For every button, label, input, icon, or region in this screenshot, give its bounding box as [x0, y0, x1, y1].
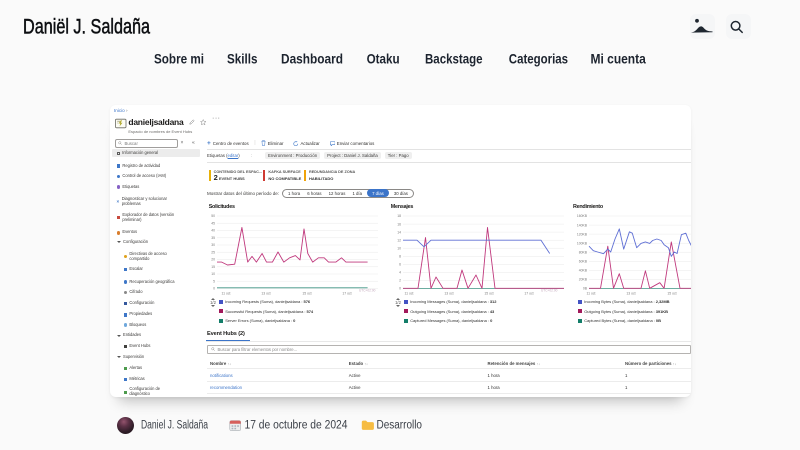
- svg-text:11 oct: 11 oct: [222, 292, 231, 296]
- svg-text:UTC+02:00: UTC+02:00: [359, 289, 376, 293]
- svg-text:11 oct: 11 oct: [405, 292, 414, 296]
- svg-text:Skills: Skills: [227, 51, 258, 67]
- svg-text:25: 25: [211, 251, 215, 255]
- svg-text:13 oct: 13 oct: [626, 292, 635, 296]
- svg-text:UTC+02:00: UTC+02:00: [541, 289, 558, 293]
- svg-text:15: 15: [211, 265, 215, 269]
- svg-text:100KB: 100KB: [577, 241, 588, 245]
- svg-text:17 oct: 17 oct: [524, 292, 533, 296]
- svg-text:0: 0: [213, 287, 215, 291]
- svg-text:11 oct: 11 oct: [587, 292, 596, 296]
- svg-text:17 de octubre de 2024: 17 de octubre de 2024: [245, 420, 349, 432]
- svg-text:14: 14: [397, 230, 401, 234]
- svg-text:Otaku: Otaku: [367, 51, 400, 67]
- svg-text:0B: 0B: [583, 287, 588, 291]
- svg-text:160KB: 160KB: [577, 214, 588, 218]
- svg-text:12: 12: [397, 238, 401, 242]
- svg-text:4: 4: [399, 271, 401, 275]
- svg-text:0: 0: [399, 287, 401, 291]
- svg-text:2: 2: [399, 279, 401, 283]
- svg-text:Dashboard: Dashboard: [281, 51, 343, 67]
- svg-text:Daniel J. Saldaña: Daniel J. Saldaña: [141, 420, 208, 432]
- svg-text:30: 30: [211, 243, 215, 247]
- svg-text:Daniël J. Saldaña: Daniël J. Saldaña: [23, 15, 150, 39]
- svg-text:6: 6: [399, 263, 401, 267]
- svg-text:120KB: 120KB: [577, 232, 588, 236]
- svg-text:Categorias: Categorias: [509, 51, 568, 67]
- svg-text:15 oct: 15 oct: [667, 292, 676, 296]
- svg-text:20: 20: [211, 258, 215, 262]
- svg-text:40KB: 40KB: [579, 269, 588, 273]
- svg-text:20KB: 20KB: [579, 278, 588, 282]
- svg-text:Sobre mi: Sobre mi: [154, 51, 204, 67]
- svg-text:Desarrollo: Desarrollo: [377, 420, 423, 432]
- svg-text:140KB: 140KB: [577, 223, 588, 227]
- svg-text:15 oct: 15 oct: [484, 292, 493, 296]
- svg-text:35: 35: [211, 236, 215, 240]
- svg-text:15 oct: 15 oct: [302, 292, 311, 296]
- svg-text:Backstage: Backstage: [425, 51, 483, 67]
- svg-text:Mi cuenta: Mi cuenta: [591, 51, 646, 67]
- svg-text:50: 50: [211, 214, 215, 218]
- svg-text:80KB: 80KB: [579, 251, 588, 255]
- svg-text:8: 8: [399, 255, 401, 259]
- svg-text:10: 10: [397, 246, 401, 250]
- svg-text:13 oct: 13 oct: [444, 292, 453, 296]
- svg-text:45: 45: [211, 221, 215, 225]
- svg-text:13 oct: 13 oct: [261, 292, 270, 296]
- svg-text:10: 10: [211, 272, 215, 276]
- svg-text:16: 16: [397, 222, 401, 226]
- svg-text:17 oct: 17 oct: [342, 292, 351, 296]
- svg-text:5: 5: [213, 280, 215, 284]
- svg-text:40: 40: [211, 229, 215, 233]
- svg-text:18: 18: [397, 214, 401, 218]
- svg-text:60KB: 60KB: [579, 260, 588, 264]
